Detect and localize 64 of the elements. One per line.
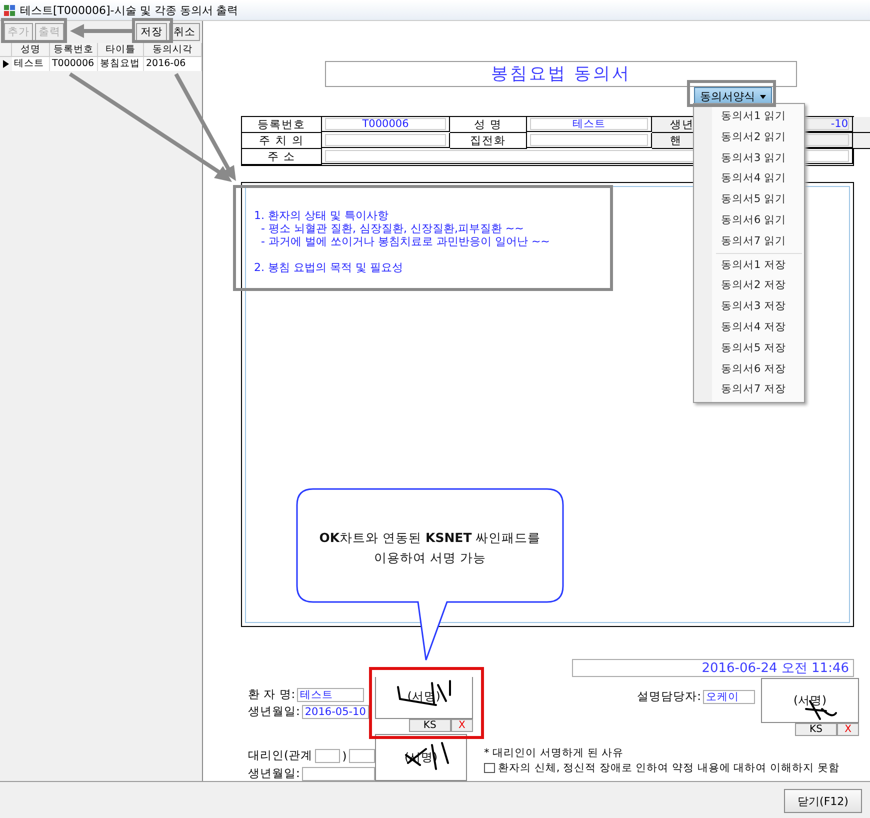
info-field[interactable]: T000006 xyxy=(325,118,446,130)
column-header[interactable]: 타이틀 xyxy=(98,43,144,57)
menu-item[interactable]: 동의서7 읽기 xyxy=(694,230,804,252)
info-field[interactable] xyxy=(325,134,446,146)
signature-placeholder: (서명) xyxy=(794,692,826,708)
menu-item[interactable]: 동의서7 저장 xyxy=(694,379,804,400)
column-header[interactable]: 동의시각 xyxy=(144,43,202,57)
consent-text-line: 2. 봉침 요법의 목적 및 필요성 xyxy=(254,261,403,274)
ks-button[interactable]: KS xyxy=(795,722,837,736)
relation-field[interactable] xyxy=(314,748,340,763)
patient-name-field[interactable]: 테스트 xyxy=(297,688,364,702)
column-header[interactable]: 등록번호 xyxy=(50,43,98,57)
field-label: 등록번호 xyxy=(242,117,322,133)
proxy-name-field[interactable] xyxy=(348,748,375,763)
ks-button[interactable]: KS xyxy=(408,718,451,732)
staff-name-field[interactable]: 오케이 xyxy=(703,690,755,704)
field-label: 집전화 xyxy=(450,133,527,149)
row-selector[interactable] xyxy=(0,57,12,71)
field-label: 설명담당자: xyxy=(637,689,701,704)
menu-item[interactable]: 동의서1 저장 xyxy=(694,254,804,276)
field-label: 주 소 xyxy=(242,149,322,165)
field-label: 주 치 의 xyxy=(242,133,322,149)
menu-item[interactable]: 동의서5 읽기 xyxy=(694,189,804,210)
consent-text-line: - 평소 뇌혈관 질환, 심장질환, 신장질환,피부질환 ~~ xyxy=(260,222,524,235)
form-title: 봉침요법 동의서 xyxy=(325,61,797,87)
birth-date-field[interactable]: 2016-05-10 xyxy=(302,704,369,719)
field-label: 생년월일: xyxy=(248,704,300,720)
field-label: 생년월일: xyxy=(248,766,300,781)
column-header[interactable]: 성명 xyxy=(12,43,50,57)
clear-button[interactable]: X xyxy=(837,722,859,736)
proxy-birth-field[interactable] xyxy=(302,766,375,781)
window-title: 테스트[T000006]-시술 및 각종 동의서 출력 xyxy=(20,2,238,18)
menu-item[interactable]: 동의서2 저장 xyxy=(694,275,804,296)
field-label: 환 자 명: xyxy=(248,687,296,702)
close-button[interactable]: 닫기(F12) xyxy=(784,789,862,813)
app-icon xyxy=(4,4,15,16)
arrow xyxy=(70,24,132,38)
info-field[interactable]: 테스트 xyxy=(530,118,648,130)
field-label: 대리인(관계 xyxy=(248,748,312,764)
menu-item[interactable]: 동의서5 저장 xyxy=(694,338,804,359)
timestamp-field: 2016-06-24 오전 11:46 xyxy=(572,658,854,677)
reason-title: * 대리인이 서명하게 된 사유 xyxy=(484,746,625,760)
signature-pad[interactable]: (서명) xyxy=(761,678,859,723)
caret-icon xyxy=(760,94,766,98)
callout-text: OK차트와 연동된 KSNET 싸인패드를 이용하여 서명 가능 xyxy=(318,529,542,567)
menu-item[interactable]: 동의서3 읽기 xyxy=(694,148,804,168)
consent-text-line: - 과거에 벌에 쏘이거나 봉침치료로 과민반응이 일어난 ~~ xyxy=(260,235,550,248)
consent-text-line: 1. 환자의 상태 및 특이사항 xyxy=(254,209,388,222)
field-label: 성 명 xyxy=(450,117,527,133)
checkbox[interactable] xyxy=(484,762,495,773)
menu-item[interactable]: 동의서3 저장 xyxy=(694,296,804,317)
toolbar-button[interactable]: 취소 xyxy=(169,23,200,41)
field-label: ) xyxy=(342,748,347,763)
menu-item[interactable]: 동의서6 저장 xyxy=(694,358,804,380)
info-field[interactable] xyxy=(530,134,648,146)
checkbox-label: 환자의 신체, 정신적 장애로 인하여 약정 내용에 대하여 이해하지 못함 xyxy=(498,760,840,775)
menu-item[interactable]: 동의서6 읽기 xyxy=(694,210,804,231)
toolbar-button[interactable]: 저장 xyxy=(136,23,167,41)
table-cell: 테스트 xyxy=(12,57,50,71)
table-cell: 2016-06 xyxy=(144,57,202,71)
menu-item[interactable]: 동의서1 읽기 xyxy=(694,106,804,127)
table-cell: 봉침요법 xyxy=(98,57,144,71)
menu-item[interactable]: 동의서4 저장 xyxy=(694,316,804,338)
table-cell: T000006 xyxy=(50,57,98,71)
